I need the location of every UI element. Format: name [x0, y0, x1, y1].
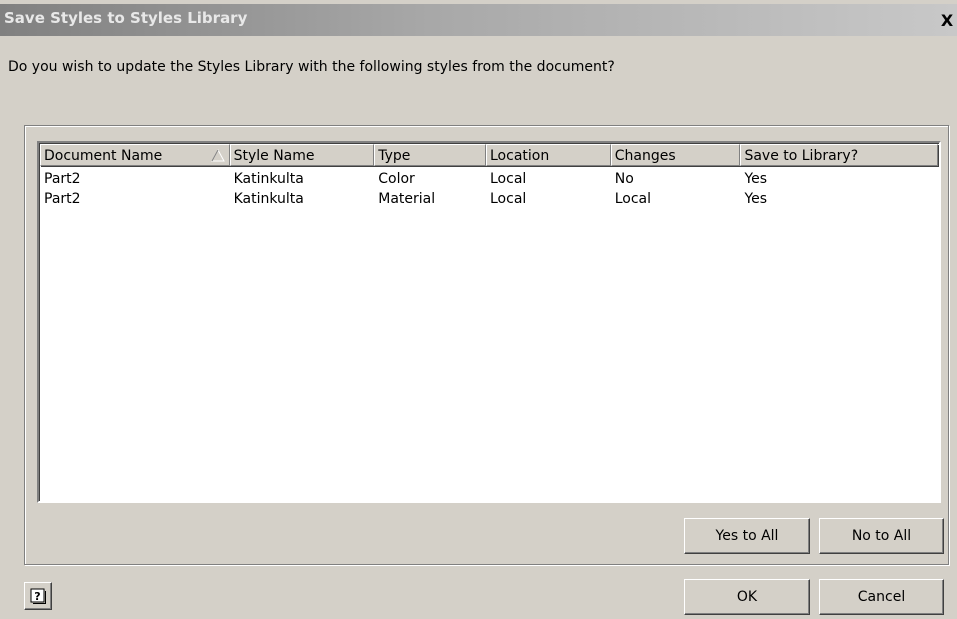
cell-save-to-library[interactable]: Yes — [740, 169, 938, 189]
no-to-all-button[interactable]: No to All — [819, 518, 944, 554]
column-header-label: Location — [490, 148, 550, 164]
column-header-label: Style Name — [233, 148, 315, 164]
cell-type: Material — [378, 191, 436, 207]
prompt-text: Do you wish to update the Styles Library… — [8, 59, 615, 75]
list-header: Document Name Style Name Type Location C… — [40, 144, 938, 166]
column-header-label: Type — [378, 148, 411, 164]
cell-style-name: Katinkulta — [233, 171, 304, 187]
column-header-document-name[interactable]: Document Name — [40, 144, 230, 166]
column-header-label: Document Name — [44, 148, 163, 164]
column-header-location[interactable]: Location — [486, 144, 611, 166]
dialog-title: Save Styles to Styles Library — [4, 9, 248, 27]
cell-location: Local — [490, 191, 527, 207]
yes-to-all-button[interactable]: Yes to All — [684, 518, 810, 554]
sort-ascending-icon — [210, 149, 225, 162]
column-header-label: Changes — [614, 148, 676, 164]
cell-document-name: Part2 — [44, 171, 81, 187]
help-button[interactable]: ? — [24, 582, 52, 610]
styles-list[interactable]: Document Name Style Name Type Location C… — [37, 141, 941, 503]
svg-text:?: ? — [34, 590, 40, 603]
column-header-save-to-library[interactable]: Save to Library? — [740, 144, 938, 166]
cell-document-name: Part2 — [44, 191, 81, 207]
table-row[interactable]: Part2 Katinkulta Material Local Local Ye… — [40, 189, 938, 209]
close-button[interactable]: X — [937, 11, 957, 31]
cell-changes: No — [614, 171, 634, 187]
cancel-button[interactable]: Cancel — [819, 579, 944, 615]
column-header-type[interactable]: Type — [374, 144, 486, 166]
cell-style-name: Katinkulta — [233, 191, 304, 207]
table-row[interactable]: Part2 Katinkulta Color Local No Yes — [40, 169, 938, 189]
column-header-label: Save to Library? — [744, 148, 859, 164]
list-rows: Part2 Katinkulta Color Local No Yes Part… — [40, 169, 938, 209]
cell-save-to-library[interactable]: Yes — [740, 189, 938, 209]
cell-changes: Local — [614, 191, 652, 207]
cell-type: Color — [378, 171, 415, 187]
title-bar: Save Styles to Styles Library X — [0, 4, 957, 36]
column-header-style-name[interactable]: Style Name — [229, 144, 375, 166]
cell-location: Local — [490, 171, 527, 187]
column-header-changes[interactable]: Changes — [610, 144, 741, 166]
help-question-icon: ? — [30, 588, 46, 604]
ok-button[interactable]: OK — [684, 579, 810, 615]
